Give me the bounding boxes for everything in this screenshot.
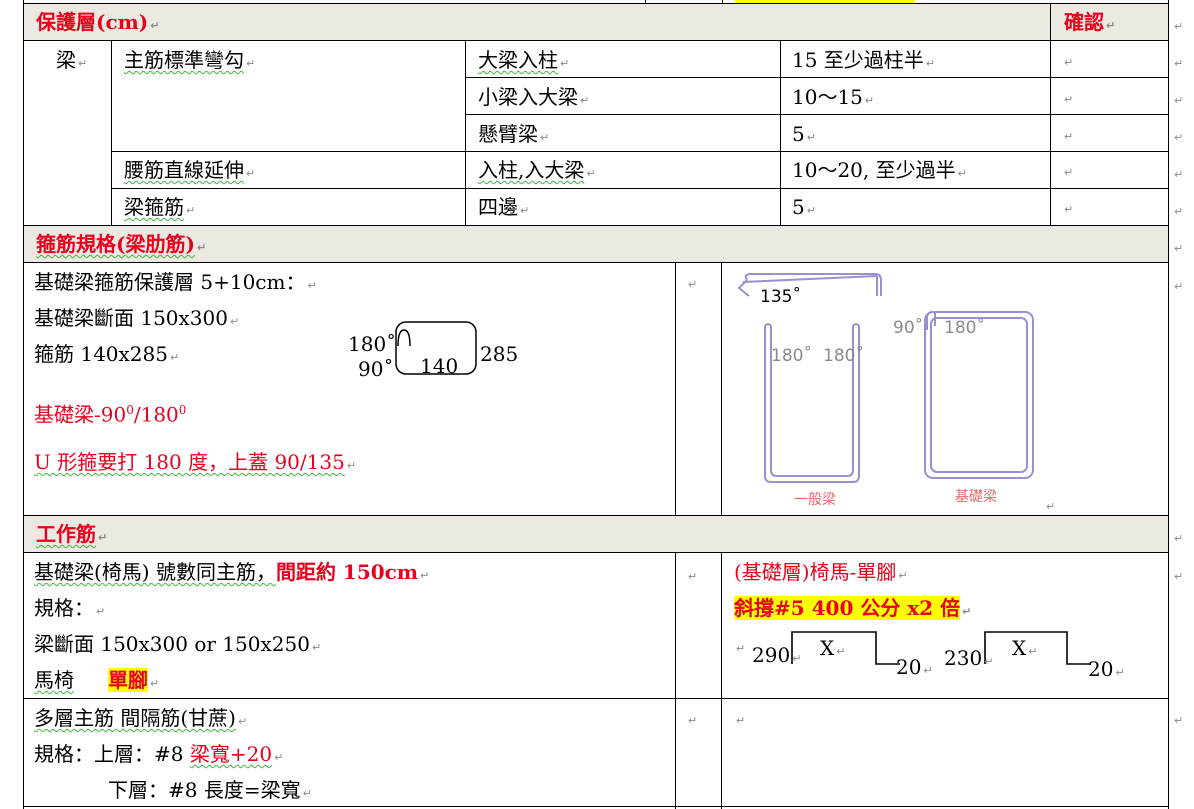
margin-mark-4: ↵	[1174, 131, 1184, 144]
work-right-spec: 斜撐#5 400 公分 x2 倍 ↵	[734, 596, 972, 620]
sketch-90-label: 90˚	[358, 357, 394, 381]
stirrup-line-4: 基礎梁-900/1800	[34, 402, 187, 427]
loc-row-1: 大梁入柱 ↵	[478, 48, 570, 72]
diagram1-right: 20 ↵	[896, 655, 933, 679]
val-row-2: 10～15 ↵	[792, 85, 875, 109]
stirrup-line-2: 基礎梁斷面 150x300 ↵	[34, 306, 240, 330]
margin-mark-7: ↵	[1174, 242, 1184, 255]
confirm-cell-4: ↵	[1064, 166, 1074, 179]
work-line-2: 規格： ↵	[34, 596, 106, 620]
val-row-5: 5 ↵	[792, 195, 816, 219]
fig-label-180-fb: 180˚	[944, 318, 985, 338]
work-line-1: 基礎梁(椅馬) 號數同主筋，間距約 150cm ↵	[34, 560, 430, 584]
fig-caption-general: 一般梁	[794, 492, 836, 508]
header-band-protect	[23, 4, 1169, 40]
fig-label-180-right: 180˚	[823, 346, 864, 366]
margin-mark-6: ↵	[1174, 205, 1184, 218]
confirm-cell-1: ↵	[1064, 56, 1074, 69]
fig-label-180-left: 180˚	[771, 346, 812, 366]
margin-mark-9: ↵	[1174, 532, 1184, 545]
work-line-3: 梁斷面 150x300 or 150x250 ↵	[34, 632, 322, 656]
val-row-4: 10～20, 至少過半 ↵	[792, 158, 967, 182]
row-label-beam: 梁 ↵	[56, 48, 88, 72]
multi-right-mark: ↵	[736, 714, 746, 727]
multi-line-2: 規格：上層：#8 梁寬+20 ↵	[34, 742, 284, 766]
margin-mark-11: ↵	[1174, 714, 1184, 727]
loc-row-4: 入柱,入大梁 ↵	[478, 158, 596, 182]
fig-label-135: 135˚	[760, 287, 801, 307]
confirm-cell-2: ↵	[1064, 93, 1074, 106]
val-row-1: 15 至少過柱半 ↵	[792, 48, 936, 72]
diagram2-x: X ↵	[1012, 636, 1038, 660]
sketch-180-label: 180˚	[348, 332, 397, 356]
stirrup-line-5: U 形箍要打 180 度，上蓋 90/135 ↵	[34, 450, 357, 474]
margin-mark-8: ↵	[1174, 280, 1184, 293]
diagram2-left: 230 ↵	[944, 646, 994, 670]
stirrup-header: 箍筋規格(梁肋筋) ↵	[36, 232, 207, 256]
fig-end-mark: ↵	[1046, 500, 1056, 513]
item-beam-stirrup: 梁箍筋 ↵	[124, 195, 196, 219]
diagram-start-mark: ↵	[736, 642, 746, 655]
margin-mark-2: ↵	[1174, 57, 1184, 70]
confirm-cell-5: ↵	[1064, 203, 1074, 216]
margin-mark-1: ↵	[1174, 20, 1184, 33]
val-row-3: 5 ↵	[792, 122, 816, 146]
stirrup-mid-mark: ↵	[688, 278, 698, 291]
fig-caption-foundation: 基礎梁	[955, 489, 997, 505]
item-waist-bar: 腰筋直線延伸 ↵	[124, 158, 256, 182]
sketch-height-label: 285	[480, 342, 519, 366]
work-header: 工作筋 ↵	[36, 522, 108, 546]
item-main-hook: 主筋標準彎勾 ↵	[124, 48, 256, 72]
multi-line-1: 多層主筋 間隔筋(甘蔗) ↵	[34, 706, 248, 730]
margin-mark-3: ↵	[1174, 94, 1184, 107]
confirm-header: 確認 ↵	[1064, 10, 1116, 34]
margin-mark-10: ↵	[1174, 570, 1184, 583]
diagram1-x: X ↵	[820, 636, 846, 660]
loc-row-3: 懸臂梁 ↵	[478, 122, 550, 146]
margin-mark-5: ↵	[1174, 168, 1184, 181]
diagram2-right: 20 ↵	[1088, 657, 1125, 681]
work-line-4: 馬椅 單腳 ↵	[34, 668, 160, 692]
protect-header: 保護層(cm) ↵	[36, 10, 160, 34]
work-mid-mark: ↵	[688, 570, 698, 583]
confirm-cell-3: ↵	[1064, 130, 1074, 143]
loc-row-5: 四邊 ↵	[478, 195, 530, 219]
sketch-width-label: 140	[420, 354, 459, 378]
stirrup-line-3: 箍筋 140x285 ↵	[34, 342, 180, 366]
multi-mid-mark: ↵	[688, 714, 698, 727]
multi-line-3: 下層：#8 長度=梁寬 ↵	[108, 778, 312, 802]
loc-row-2: 小梁入大梁 ↵	[478, 85, 590, 109]
stirrup-line-1: 基礎梁箍筋保護層 5+10cm： ↵	[34, 270, 317, 294]
work-right-title: (基礎層)椅馬-單腳 ↵	[734, 560, 908, 584]
fig-label-90: 90˚	[893, 318, 924, 338]
diagram1-left: 290 ↵	[752, 643, 802, 667]
header-band-work	[23, 516, 1169, 552]
